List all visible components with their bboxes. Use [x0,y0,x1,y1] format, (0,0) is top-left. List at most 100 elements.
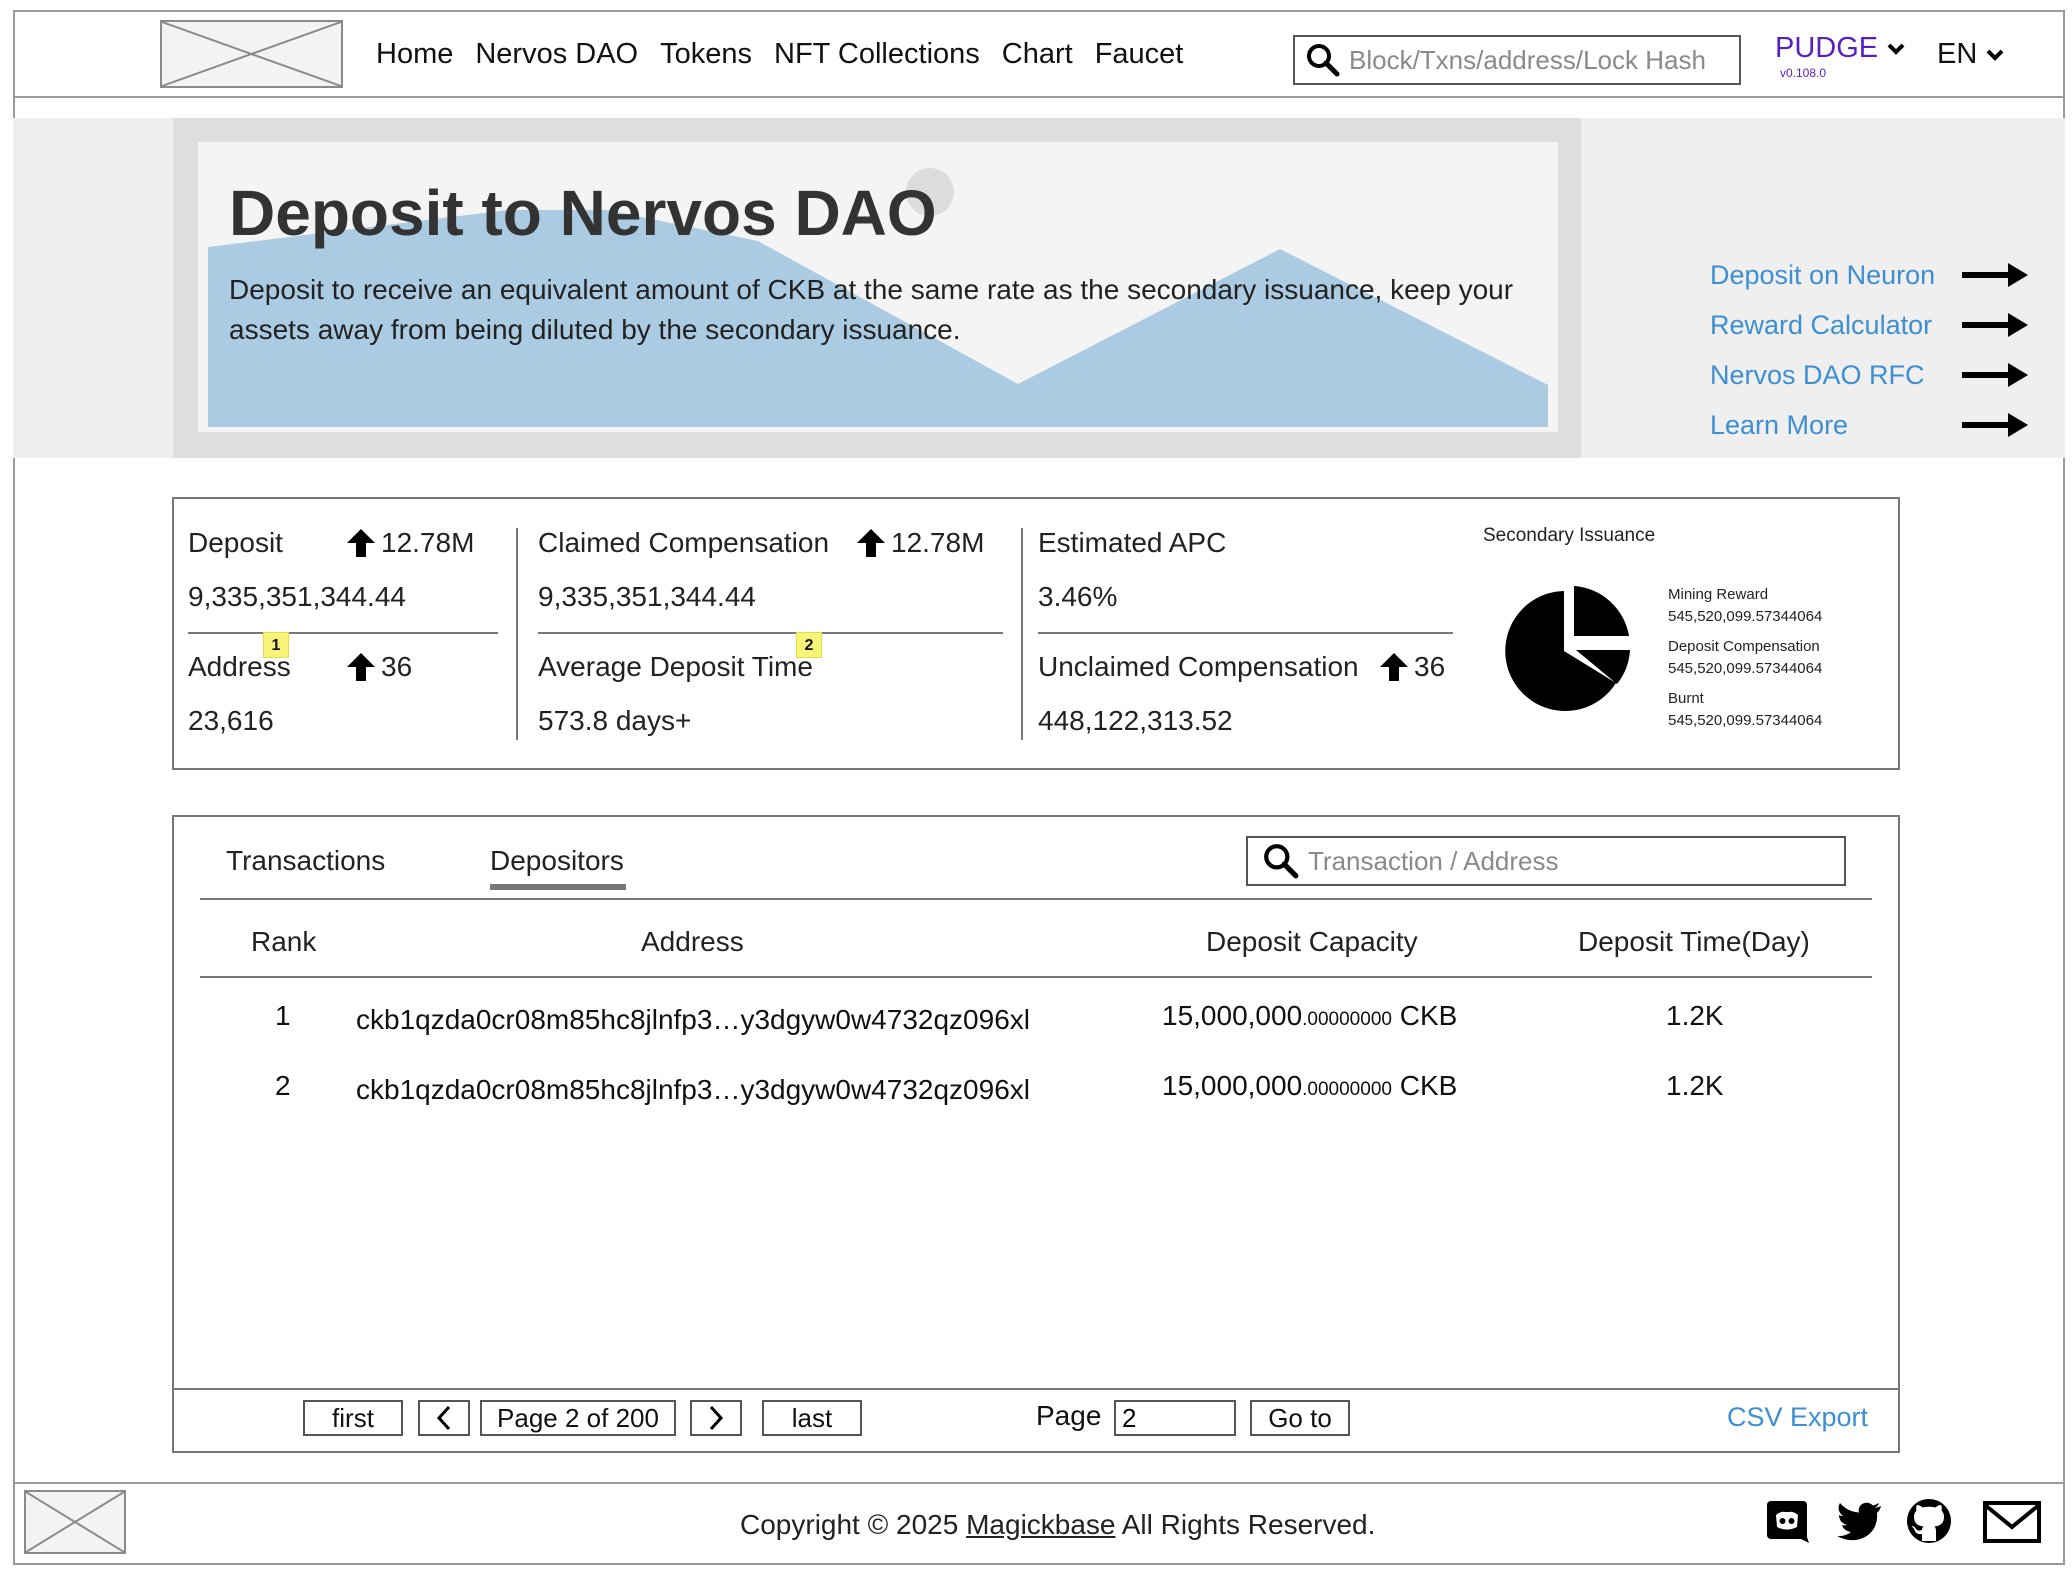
link-label: Reward Calculator [1710,309,1933,340]
stat-deposit-value: 9,335,351,344.44 [188,581,406,612]
delta-value: 36 [381,651,413,682]
footer-logo[interactable] [24,1490,126,1554]
row-deposit-time: 1.2K [1666,1000,1724,1031]
link-learn-more[interactable]: Learn More [1710,400,2030,450]
legend-value: 545,520,099.57344064 [1668,608,1823,625]
go-to-button[interactable]: Go to [1250,1400,1350,1436]
twitter-icon[interactable] [1835,1497,1883,1545]
pie-slice-deposit [1574,586,1629,644]
nav-chart[interactable]: Chart [1002,38,1073,71]
nav-tokens[interactable]: Tokens [660,38,752,71]
capacity-integer: 15,000,000 [1162,1070,1303,1101]
divider [200,976,1872,978]
search-icon[interactable] [1262,842,1300,880]
copyright-suffix: All Rights Reserved. [1121,1509,1376,1540]
legend-value: 545,520,099.57344064 [1668,712,1823,729]
annotation-badge: 1 [263,632,289,658]
delta-value: 12.78M [381,527,475,558]
search-icon[interactable] [1305,42,1341,78]
col-rank: Rank [251,926,317,957]
col-deposit-capacity: Deposit Capacity [1206,926,1418,957]
stat-avg-time-label: Average Deposit Time [538,651,813,682]
page-info: Page 2 of 200 [480,1400,676,1436]
nav-nft-collections[interactable]: NFT Collections [774,38,980,71]
arrow-up-icon [347,653,375,681]
tab-transactions[interactable]: Transactions [226,845,385,877]
divider [188,632,498,634]
pie-legend: Mining Reward 545,520,099.57344064 Depos… [1668,584,1822,732]
link-reward-calculator[interactable]: Reward Calculator [1710,300,2030,350]
last-page-button[interactable]: last [762,1400,862,1436]
first-page-button[interactable]: first [303,1400,403,1436]
copyright-prefix: Copyright © 2025 [740,1509,959,1540]
arrow-right-icon [1962,313,2028,337]
secondary-issuance-title: Secondary Issuance [1483,525,1656,546]
network-selector[interactable]: PUDGE [1775,32,1906,65]
stat-deposit-label: Deposit [188,527,283,558]
arrow-up-icon [857,529,885,557]
site-logo[interactable] [160,20,343,88]
capacity-decimal: .00000000 [1302,1009,1392,1030]
depositors-panel [172,815,1900,1453]
stat-unclaimed-value: 448,122,313.52 [1038,705,1233,736]
row-address-link[interactable]: ckb1qzda0cr08m85hc8jlnfp3…y3dgyw0w4732qz… [356,1004,1030,1036]
version-label: v0.108.0 [1780,66,1827,80]
stat-claimed-delta: 12.78M [855,527,984,559]
capacity-integer: 15,000,000 [1162,1000,1303,1031]
stat-claimed-label: Claimed Compensation [538,527,830,558]
stat-address-delta: 36 [345,651,412,683]
link-deposit-on-neuron[interactable]: Deposit on Neuron [1710,250,2030,300]
hero-title: Deposit to Nervos DAO [229,177,937,249]
arrow-right-icon [1962,263,2028,287]
prev-page-button[interactable] [418,1400,470,1436]
legend-name: Mining Reward [1668,586,1769,603]
page-label: Page [1036,1400,1102,1431]
stat-apc-label: Estimated APC [1038,527,1227,558]
copyright: Copyright © 2025 Magickbase All Rights R… [740,1509,1375,1541]
next-page-button[interactable] [690,1400,742,1436]
row-deposit-capacity: 15,000,000.00000000 CKB [1162,1000,1457,1032]
divider [516,528,518,740]
divider [200,898,1872,900]
github-icon[interactable] [1905,1497,1953,1545]
language-selector[interactable]: EN [1937,38,2005,71]
company-link[interactable]: Magickbase [966,1509,1115,1540]
divider [538,632,1003,634]
row-address-link[interactable]: ckb1qzda0cr08m85hc8jlnfp3…y3dgyw0w4732qz… [356,1074,1030,1106]
col-address: Address [641,926,744,957]
transaction-search [1246,836,1846,886]
nav-nervos-dao[interactable]: Nervos DAO [475,38,638,71]
mail-icon[interactable] [1983,1497,2041,1545]
link-label: Learn More [1710,409,1849,440]
secondary-issuance-pie [1505,586,1630,711]
link-label: Deposit on Neuron [1710,259,1936,290]
main-nav: Home Nervos DAO Tokens NFT Collections C… [376,38,1183,71]
capacity-decimal: .00000000 [1302,1079,1392,1100]
arrow-right-icon [1962,363,2028,387]
hero-description: Deposit to receive an equivalent amount … [229,274,1514,345]
row-deposit-time: 1.2K [1666,1070,1724,1101]
capacity-unit: CKB [1399,1000,1458,1031]
header-divider [13,96,2065,98]
transaction-search-input[interactable] [1308,845,1844,877]
row-deposit-capacity: 15,000,000.00000000 CKB [1162,1070,1457,1102]
global-search-input[interactable] [1349,44,1739,76]
stat-deposit-delta: 12.78M [345,527,474,559]
col-deposit-time: Deposit Time(Day) [1578,926,1810,957]
tab-depositors[interactable]: Depositors [490,845,624,877]
chevron-down-icon [1887,43,1905,55]
delta-value: 36 [1414,651,1446,682]
chevron-left-icon [436,1405,451,1431]
nav-faucet[interactable]: Faucet [1095,38,1184,71]
csv-export-link[interactable]: CSV Export [1727,1402,1868,1433]
nav-home[interactable]: Home [376,38,453,71]
link-nervos-dao-rfc[interactable]: Nervos DAO RFC [1710,350,2030,400]
footer-divider [13,1482,2065,1484]
quick-links: Deposit on Neuron Reward Calculator Nerv… [1710,250,2030,450]
divider [172,1388,1900,1390]
divider [1038,632,1453,634]
page-number-input[interactable] [1114,1400,1236,1436]
delta-value: 12.78M [891,527,985,558]
legend-value: 545,520,099.57344064 [1668,660,1823,677]
discord-icon[interactable] [1765,1497,1813,1545]
